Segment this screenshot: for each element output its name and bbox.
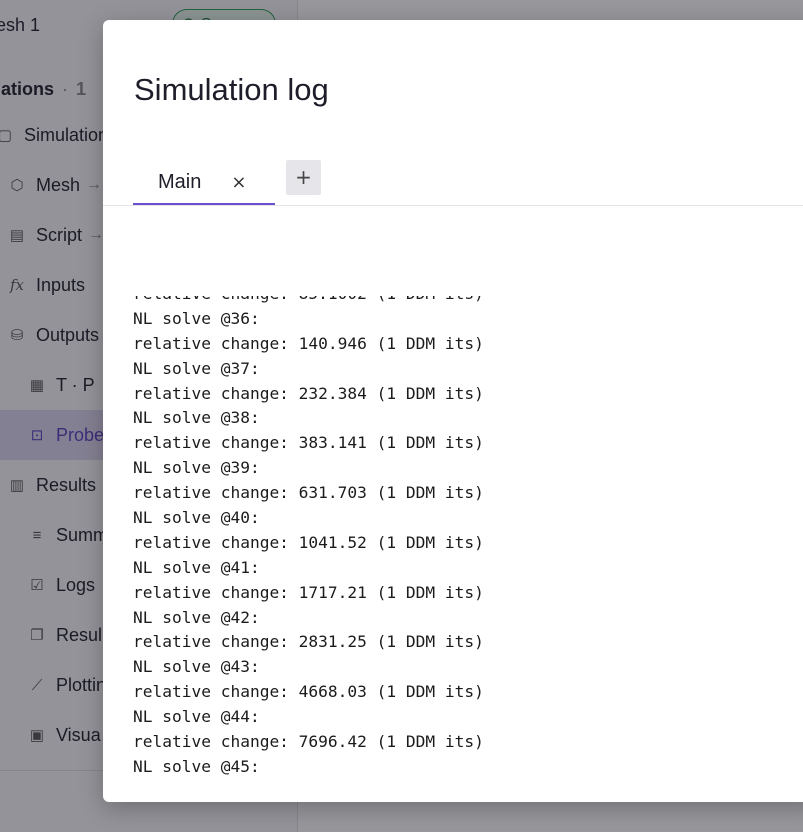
log-line: relative change: 383.141 (1 DDM its) [133,433,484,453]
tabs-divider [103,205,803,206]
log-line: relative change: 140.946 (1 DDM its) [133,333,484,353]
simulation-log-modal: Simulation log Main × + relative change:… [103,20,803,802]
log-lines: relative change: 85.1002 (1 DDM its)NL s… [133,296,484,776]
log-line: NL solve @42: [133,607,260,627]
close-icon[interactable]: × [231,172,246,193]
log-line: relative change: 1041.52 (1 DDM its) [133,532,484,552]
log-line: NL solve @39: [133,458,260,478]
log-line: NL solve @36: [133,308,260,328]
log-line: relative change: 1717.21 (1 DDM its) [133,582,484,602]
tab-label: Main [158,170,202,193]
log-line: NL solve @40: [133,508,260,528]
tab-main[interactable]: Main × [133,161,275,205]
log-line: NL solve @45: [133,756,260,776]
log-line: NL solve @38: [133,408,260,428]
log-line: NL solve @41: [133,557,260,577]
log-line: relative change: 4668.03 (1 DDM its) [133,682,484,702]
log-line: relative change: 2831.25 (1 DDM its) [133,632,484,652]
log-line: relative change: 7696.42 (1 DDM its) [133,732,484,752]
log-line: NL solve @44: [133,707,260,727]
log-output[interactable]: relative change: 85.1002 (1 DDM its)NL s… [103,296,803,776]
log-line: relative change: 631.703 (1 DDM its) [133,483,484,503]
log-line: NL solve @37: [133,358,260,378]
modal-title: Simulation log [134,72,329,107]
log-line: relative change: 85.1002 (1 DDM its) [133,296,484,307]
log-line: NL solve @43: [133,657,260,677]
log-line: relative change: 232.384 (1 DDM its) [133,383,484,403]
add-tab-button[interactable]: + [286,160,321,195]
